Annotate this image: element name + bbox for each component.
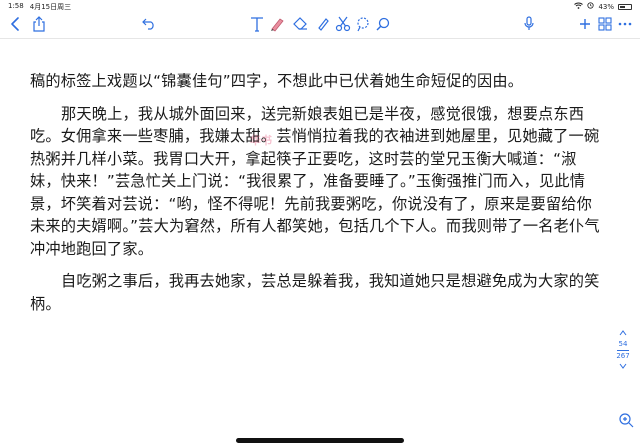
battery-percent: 43% — [598, 2, 614, 11]
current-page: 54 — [618, 340, 628, 348]
add-icon[interactable] — [576, 14, 594, 34]
pen-icon[interactable] — [268, 14, 286, 34]
status-date: 4月15日周三 — [29, 3, 72, 11]
paragraph: 自吃粥之事后，我再去她家，芸总是躲着我，我知道她只是想避免成为大家的笑柄。 — [30, 272, 600, 313]
alarm-icon — [587, 2, 595, 11]
document-body: 稿的标签上戏题以“锦囊佳句”四字，不想此中已伏着她生命短促的因由。 那天晚上，我… — [30, 70, 605, 315]
scissors-icon[interactable] — [334, 14, 352, 34]
paragraph: 那天晚上，我从城外面回来，送完新娘表姐已是半夜，感觉很饿，想要点东西吃。女佣拿来… — [30, 104, 600, 258]
highlighter-icon[interactable] — [314, 14, 332, 34]
zoom-icon[interactable] — [618, 412, 634, 428]
pages-icon[interactable] — [596, 14, 614, 34]
lasso-icon[interactable] — [354, 14, 372, 34]
status-bar: 1:58 4月15日周三 43% — [0, 0, 640, 12]
status-right: 43% — [574, 2, 632, 11]
paragraph: 稿的标签上戏题以“锦囊佳句”四字，不想此中已伏着她生命短促的因由。 — [30, 72, 524, 90]
toolbar — [0, 12, 640, 39]
chevron-down-icon[interactable] — [612, 361, 634, 373]
status-time: 1:58 — [8, 2, 24, 10]
status-left: 1:58 4月15日周三 — [8, 2, 71, 12]
mic-icon[interactable] — [520, 14, 538, 34]
home-indicator[interactable] — [236, 438, 404, 443]
battery-icon — [618, 3, 632, 10]
wifi-icon — [574, 2, 584, 11]
share-icon[interactable] — [30, 14, 48, 34]
undo-icon[interactable] — [140, 14, 158, 34]
eraser-icon[interactable] — [292, 14, 310, 34]
total-pages: 267 — [616, 352, 630, 360]
screen: 1:58 4月15日周三 43% 稿的标签上戏题以“锦囊佳句”四字，不想此中已伏… — [0, 0, 640, 447]
search-icon[interactable] — [374, 14, 392, 34]
page-navigator[interactable]: 54 267 — [612, 328, 634, 373]
chevron-up-icon[interactable] — [612, 328, 634, 340]
text-tool-icon[interactable] — [248, 14, 266, 34]
more-icon[interactable] — [616, 14, 634, 34]
watermark: 华书 — [250, 134, 272, 147]
page-divider — [617, 350, 629, 351]
back-icon[interactable] — [6, 14, 24, 34]
